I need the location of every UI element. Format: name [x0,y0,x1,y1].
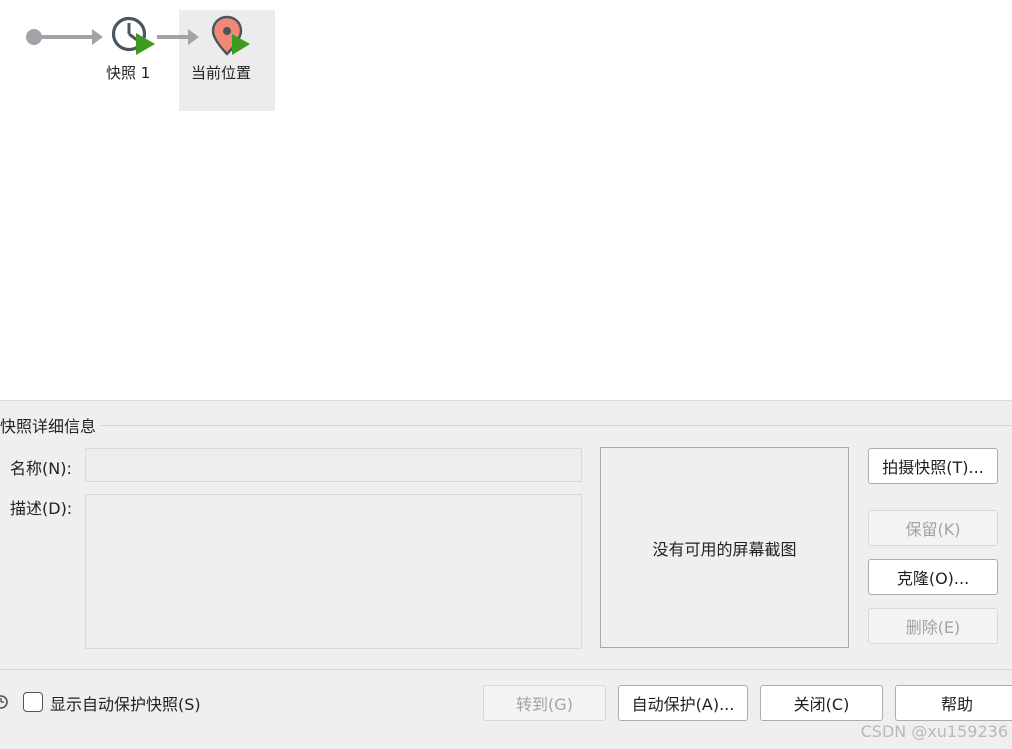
snapshot-tree[interactable]: 快照 1 当前位置 [0,0,1012,400]
autoprotect-clock-icon [0,695,8,709]
delete-button[interactable]: 删除(E) [868,608,998,644]
screenshot-preview: 没有可用的屏幕截图 [600,447,849,648]
no-screenshot-text: 没有可用的屏幕截图 [652,539,797,559]
connector-arrow-2-icon [188,29,199,45]
current-position-label[interactable]: 当前位置 [191,62,251,83]
close-button[interactable]: 关闭(C) [760,685,883,721]
description-label: 描述(D): [10,499,73,518]
name-field[interactable] [85,448,582,482]
group-divider [0,425,1012,426]
snapshot-manager-window: 快照 1 当前位置 快照详细信息 名称(N): 描述(D): 没有可用的屏幕截图… [0,0,1012,749]
tree-graph [26,15,250,56]
take-snapshot-button[interactable]: 拍摄快照(T)... [868,448,998,484]
goto-button[interactable]: 转到(G) [483,685,606,721]
watermark: CSDN @xu159236 [860,722,1008,741]
root-dot-icon [26,29,42,45]
name-label: 名称(N): [10,459,72,478]
connector-arrow-1-icon [92,29,103,45]
clock-play-icon [111,16,155,55]
footer-divider [0,669,1012,670]
autoprotect-button[interactable]: 自动保护(A)... [618,685,748,721]
description-field[interactable] [85,494,582,649]
snapshot-details-panel: 快照详细信息 名称(N): 描述(D): 没有可用的屏幕截图 拍摄快照(T)..… [0,400,1012,749]
help-button[interactable]: 帮助 [895,685,1012,721]
group-title: 快照详细信息 [0,413,101,437]
keep-button[interactable]: 保留(K) [868,510,998,546]
show-autoprotect-checkbox[interactable] [23,692,43,712]
show-autoprotect-label[interactable]: 显示自动保护快照(S) [50,691,201,715]
clone-button[interactable]: 克隆(O)... [868,559,998,595]
location-pin-play-icon [211,15,250,56]
snapshot-1-label[interactable]: 快照 1 [106,62,150,83]
